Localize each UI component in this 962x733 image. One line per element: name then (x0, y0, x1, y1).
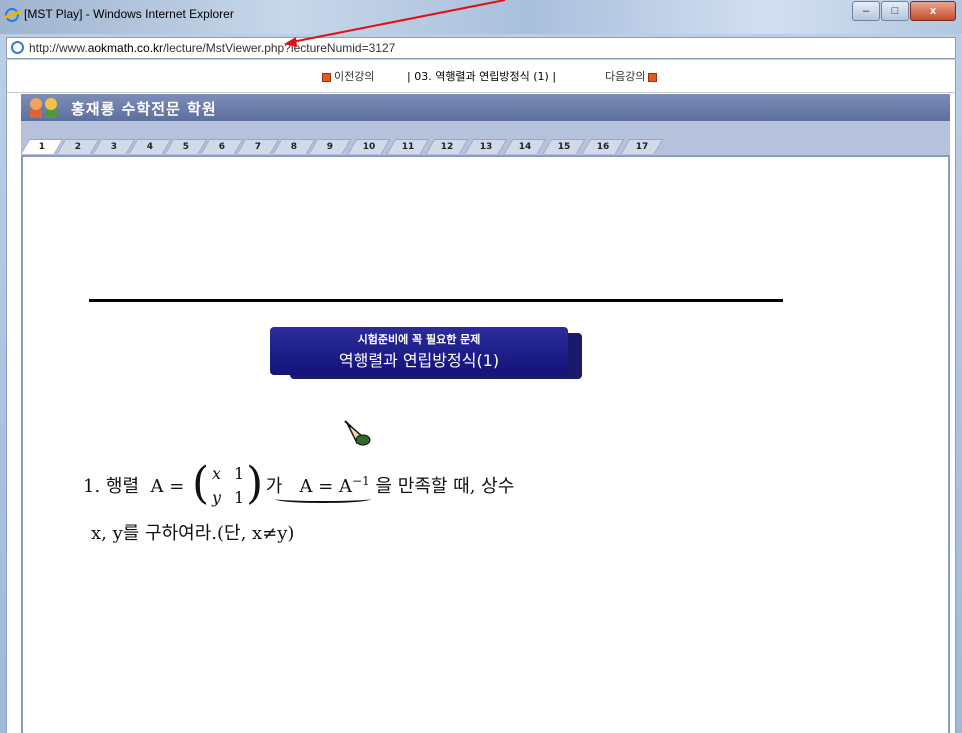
browser-window: [MST Play] - Windows Internet Explorer –… (0, 0, 962, 733)
left-paren: ( (192, 458, 210, 509)
url-prefix: http://www. (29, 41, 88, 55)
tab-9[interactable]: 9 (308, 139, 352, 154)
matrix-2x2: ( x 1 y 1 ) (192, 458, 263, 512)
tab-label: 9 (326, 142, 333, 152)
tab-label: 17 (635, 142, 648, 152)
tab-label: 16 (596, 142, 609, 152)
tab-15[interactable]: 15 (542, 139, 586, 154)
tab-label: 10 (362, 142, 375, 152)
divider-line (89, 299, 783, 302)
url-path: /lecture/MstViewer.php?lectureNumid=3127 (163, 41, 396, 55)
page-icon (11, 41, 24, 54)
lecture-nav: 이전강의 | 03. 역행렬과 연립방정식 (1) | 다음강의 (7, 60, 955, 93)
title-bar[interactable]: [MST Play] - Windows Internet Explorer –… (0, 0, 962, 34)
url-domain: aokmath.co.kr (87, 41, 164, 55)
matrix-lhs: A = (150, 476, 185, 497)
banner-subtitle: 시험준비에 꼭 필요한 문제 (357, 333, 481, 346)
viewer-header: 홍재룡 수학전문 학원 (21, 94, 950, 121)
problem-number: 1. (83, 476, 101, 497)
next-lecture-link[interactable]: 다음강의 (605, 68, 660, 84)
inverse-superscript: −1 (352, 474, 370, 488)
tab-label: 8 (290, 142, 297, 152)
tab-label: 15 (557, 142, 570, 152)
tab-12[interactable]: 12 (425, 139, 469, 154)
prev-lecture-label: 이전강의 (334, 70, 375, 83)
minimize-button[interactable]: – (852, 1, 880, 21)
lecture-title: | 03. 역행렬과 연립방정식 (1) | (407, 70, 557, 83)
tab-16[interactable]: 16 (581, 139, 625, 154)
problem-word-matrix: 행렬 (105, 476, 140, 497)
slide-canvas: 시험준비에 꼭 필요한 문제 역행렬과 연립방정식(1) 1. 행렬 A = (… (21, 157, 950, 733)
tab-label: 14 (518, 142, 531, 152)
address-bar[interactable]: http://www.aokmath.co.kr/lecture/MstView… (6, 37, 956, 59)
tab-label: 4 (146, 142, 153, 152)
matrix-cell-21: y (212, 488, 222, 507)
tab-label: 6 (218, 142, 225, 152)
pen-cursor-icon (344, 420, 371, 446)
tab-13[interactable]: 13 (464, 139, 508, 154)
tab-label: 11 (401, 142, 414, 152)
handwritten-underline (275, 495, 371, 503)
tab-label: 12 (440, 142, 453, 152)
banner-title: 역행렬과 연립방정식(1) (338, 351, 500, 370)
window-title: [MST Play] - Windows Internet Explorer (24, 7, 234, 21)
academy-name: 홍재룡 수학전문 학원 (71, 100, 217, 118)
next-arrow-icon (648, 72, 658, 82)
slide-tabs: 1 2 3 4 5 6 7 8 9 10 11 12 13 14 15 16 17 (20, 121, 950, 157)
tab-label: 1 (38, 142, 45, 152)
problem-ga: 가 (265, 476, 283, 497)
kids-logo-icon (30, 98, 57, 118)
right-paren: ) (246, 458, 264, 509)
problem-condition: A = A (299, 476, 353, 497)
matrix-cell-11: x (212, 464, 222, 483)
prev-arrow-icon (322, 72, 331, 82)
lesson-banner: 시험준비에 꼭 필요한 문제 역행렬과 연립방정식(1) (270, 327, 568, 375)
tab-label: 7 (254, 142, 261, 152)
tab-label: 5 (182, 142, 189, 152)
prev-lecture-link[interactable]: 이전강의 (319, 68, 374, 84)
tab-14[interactable]: 14 (503, 139, 547, 154)
problem-line-1: 1. 행렬 A = ( x 1 y 1 ) 가 A = A−1 을 만족할 때,… (83, 462, 514, 512)
window-controls: – □ x (851, 1, 956, 21)
close-button[interactable]: x (910, 1, 956, 21)
tab-17[interactable]: 17 (620, 139, 664, 154)
page-content: 이전강의 | 03. 역행렬과 연립방정식 (1) | 다음강의 홍재룡 수학전… (6, 60, 956, 733)
ie-logo-icon (5, 8, 19, 22)
tab-10[interactable]: 10 (347, 139, 391, 154)
matrix-cell-12: 1 (234, 464, 245, 483)
tab-label: 3 (110, 142, 117, 152)
url-text[interactable]: http://www.aokmath.co.kr/lecture/MstView… (29, 41, 395, 55)
matrix-cell-22: 1 (234, 488, 245, 507)
problem-rest: 을 만족할 때, 상수 (375, 476, 515, 497)
tab-label: 13 (479, 142, 492, 152)
tab-11[interactable]: 11 (386, 139, 430, 154)
maximize-button[interactable]: □ (881, 1, 909, 21)
next-lecture-label: 다음강의 (605, 70, 646, 83)
tab-label: 2 (74, 142, 81, 152)
problem-line-2: x, y를 구하여라.(단, x≠y) (91, 523, 295, 544)
